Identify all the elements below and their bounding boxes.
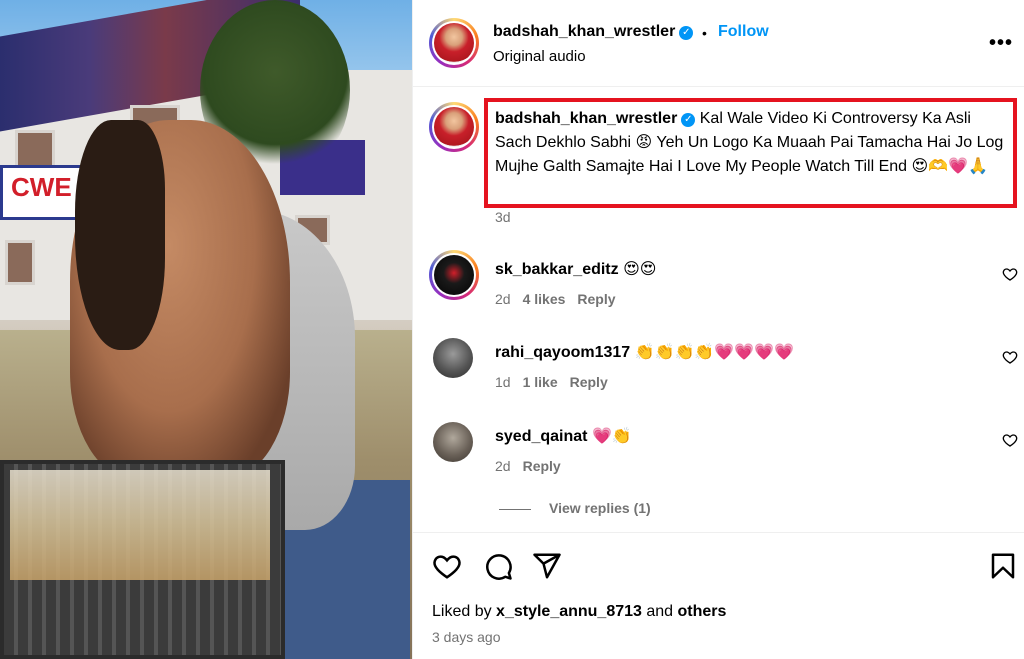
comment-meta: 2d 4 likes Reply <box>495 291 616 307</box>
view-replies-label: View replies (1) <box>549 500 651 516</box>
media-hair <box>75 120 165 350</box>
view-replies-button[interactable]: View replies (1) <box>499 500 651 516</box>
comment-avatar[interactable] <box>433 338 473 378</box>
caption-age: 3d <box>495 209 511 225</box>
heart-icon[interactable] <box>1002 266 1018 282</box>
reply-button[interactable]: Reply <box>577 291 615 307</box>
post-actions <box>413 532 1024 659</box>
more-icon[interactable]: ••• <box>989 32 1013 55</box>
comment-row: sk_bakkar_editz 😍😍 <box>495 259 656 279</box>
replies-divider <box>499 508 531 510</box>
share-icon[interactable] <box>532 551 562 581</box>
comment-likes[interactable]: 1 like <box>523 374 558 390</box>
post-header: badshah_khan_wrestler ✓ • Follow Original… <box>413 0 1024 87</box>
comment-age: 2d <box>495 458 511 474</box>
liked-by-user[interactable]: x_style_annu_8713 <box>496 603 642 620</box>
comment-meta: 2d Reply <box>495 458 561 474</box>
liked-by: Liked by x_style_annu_8713 and others <box>432 603 726 621</box>
verified-icon: ✓ <box>681 113 696 127</box>
media-window <box>5 240 35 285</box>
comment-avatar[interactable] <box>429 250 479 300</box>
audio-label[interactable]: Original audio <box>493 48 586 65</box>
author-avatar[interactable] <box>429 18 479 68</box>
comment-username[interactable]: rahi_qayoom1317 <box>495 344 630 361</box>
comment-age: 1d <box>495 374 511 390</box>
caption-username[interactable]: badshah_khan_wrestler <box>495 110 677 127</box>
comment-username[interactable]: sk_bakkar_editz <box>495 261 619 278</box>
reply-button[interactable]: Reply <box>523 458 561 474</box>
comment-text: 💗👏 <box>591 428 632 445</box>
verified-icon: ✓ <box>679 26 694 40</box>
comment-icon[interactable] <box>483 551 513 581</box>
comment-row: syed_qainat 💗👏 <box>495 426 632 446</box>
heart-icon[interactable] <box>432 551 462 581</box>
caption-avatar[interactable] <box>429 102 479 152</box>
comment-avatar[interactable] <box>433 422 473 462</box>
comment-age: 2d <box>495 291 511 307</box>
post-time[interactable]: 3 days ago <box>432 629 501 645</box>
media-crate-contents <box>10 470 270 580</box>
comment-row: rahi_qayoom1317 👏👏👏👏💗💗💗💗 <box>495 342 794 362</box>
post-media[interactable]: CWE <box>0 0 412 659</box>
reply-button[interactable]: Reply <box>570 374 608 390</box>
caption: badshah_khan_wrestler ✓ Kal Wale Video Ki… <box>495 107 1010 179</box>
post-panel: badshah_khan_wrestler ✓ • Follow Original… <box>412 0 1024 659</box>
save-icon[interactable] <box>988 551 1018 581</box>
liked-by-prefix: Liked by <box>432 603 492 620</box>
heart-icon[interactable] <box>1002 432 1018 448</box>
follow-button[interactable]: Follow <box>718 23 769 41</box>
comment-username[interactable]: syed_qainat <box>495 428 587 445</box>
comment-text: 😍😍 <box>623 261 657 278</box>
comment-likes[interactable]: 4 likes <box>523 291 566 307</box>
comment-text: 👏👏👏👏💗💗💗💗 <box>634 344 795 361</box>
comment-meta: 1d 1 like Reply <box>495 374 608 390</box>
heart-icon[interactable] <box>1002 349 1018 365</box>
separator-dot: • <box>702 25 707 41</box>
author-username[interactable]: badshah_khan_wrestler ✓ <box>493 23 694 41</box>
liked-by-and: and <box>646 603 674 620</box>
liked-by-others[interactable]: others <box>678 603 727 620</box>
